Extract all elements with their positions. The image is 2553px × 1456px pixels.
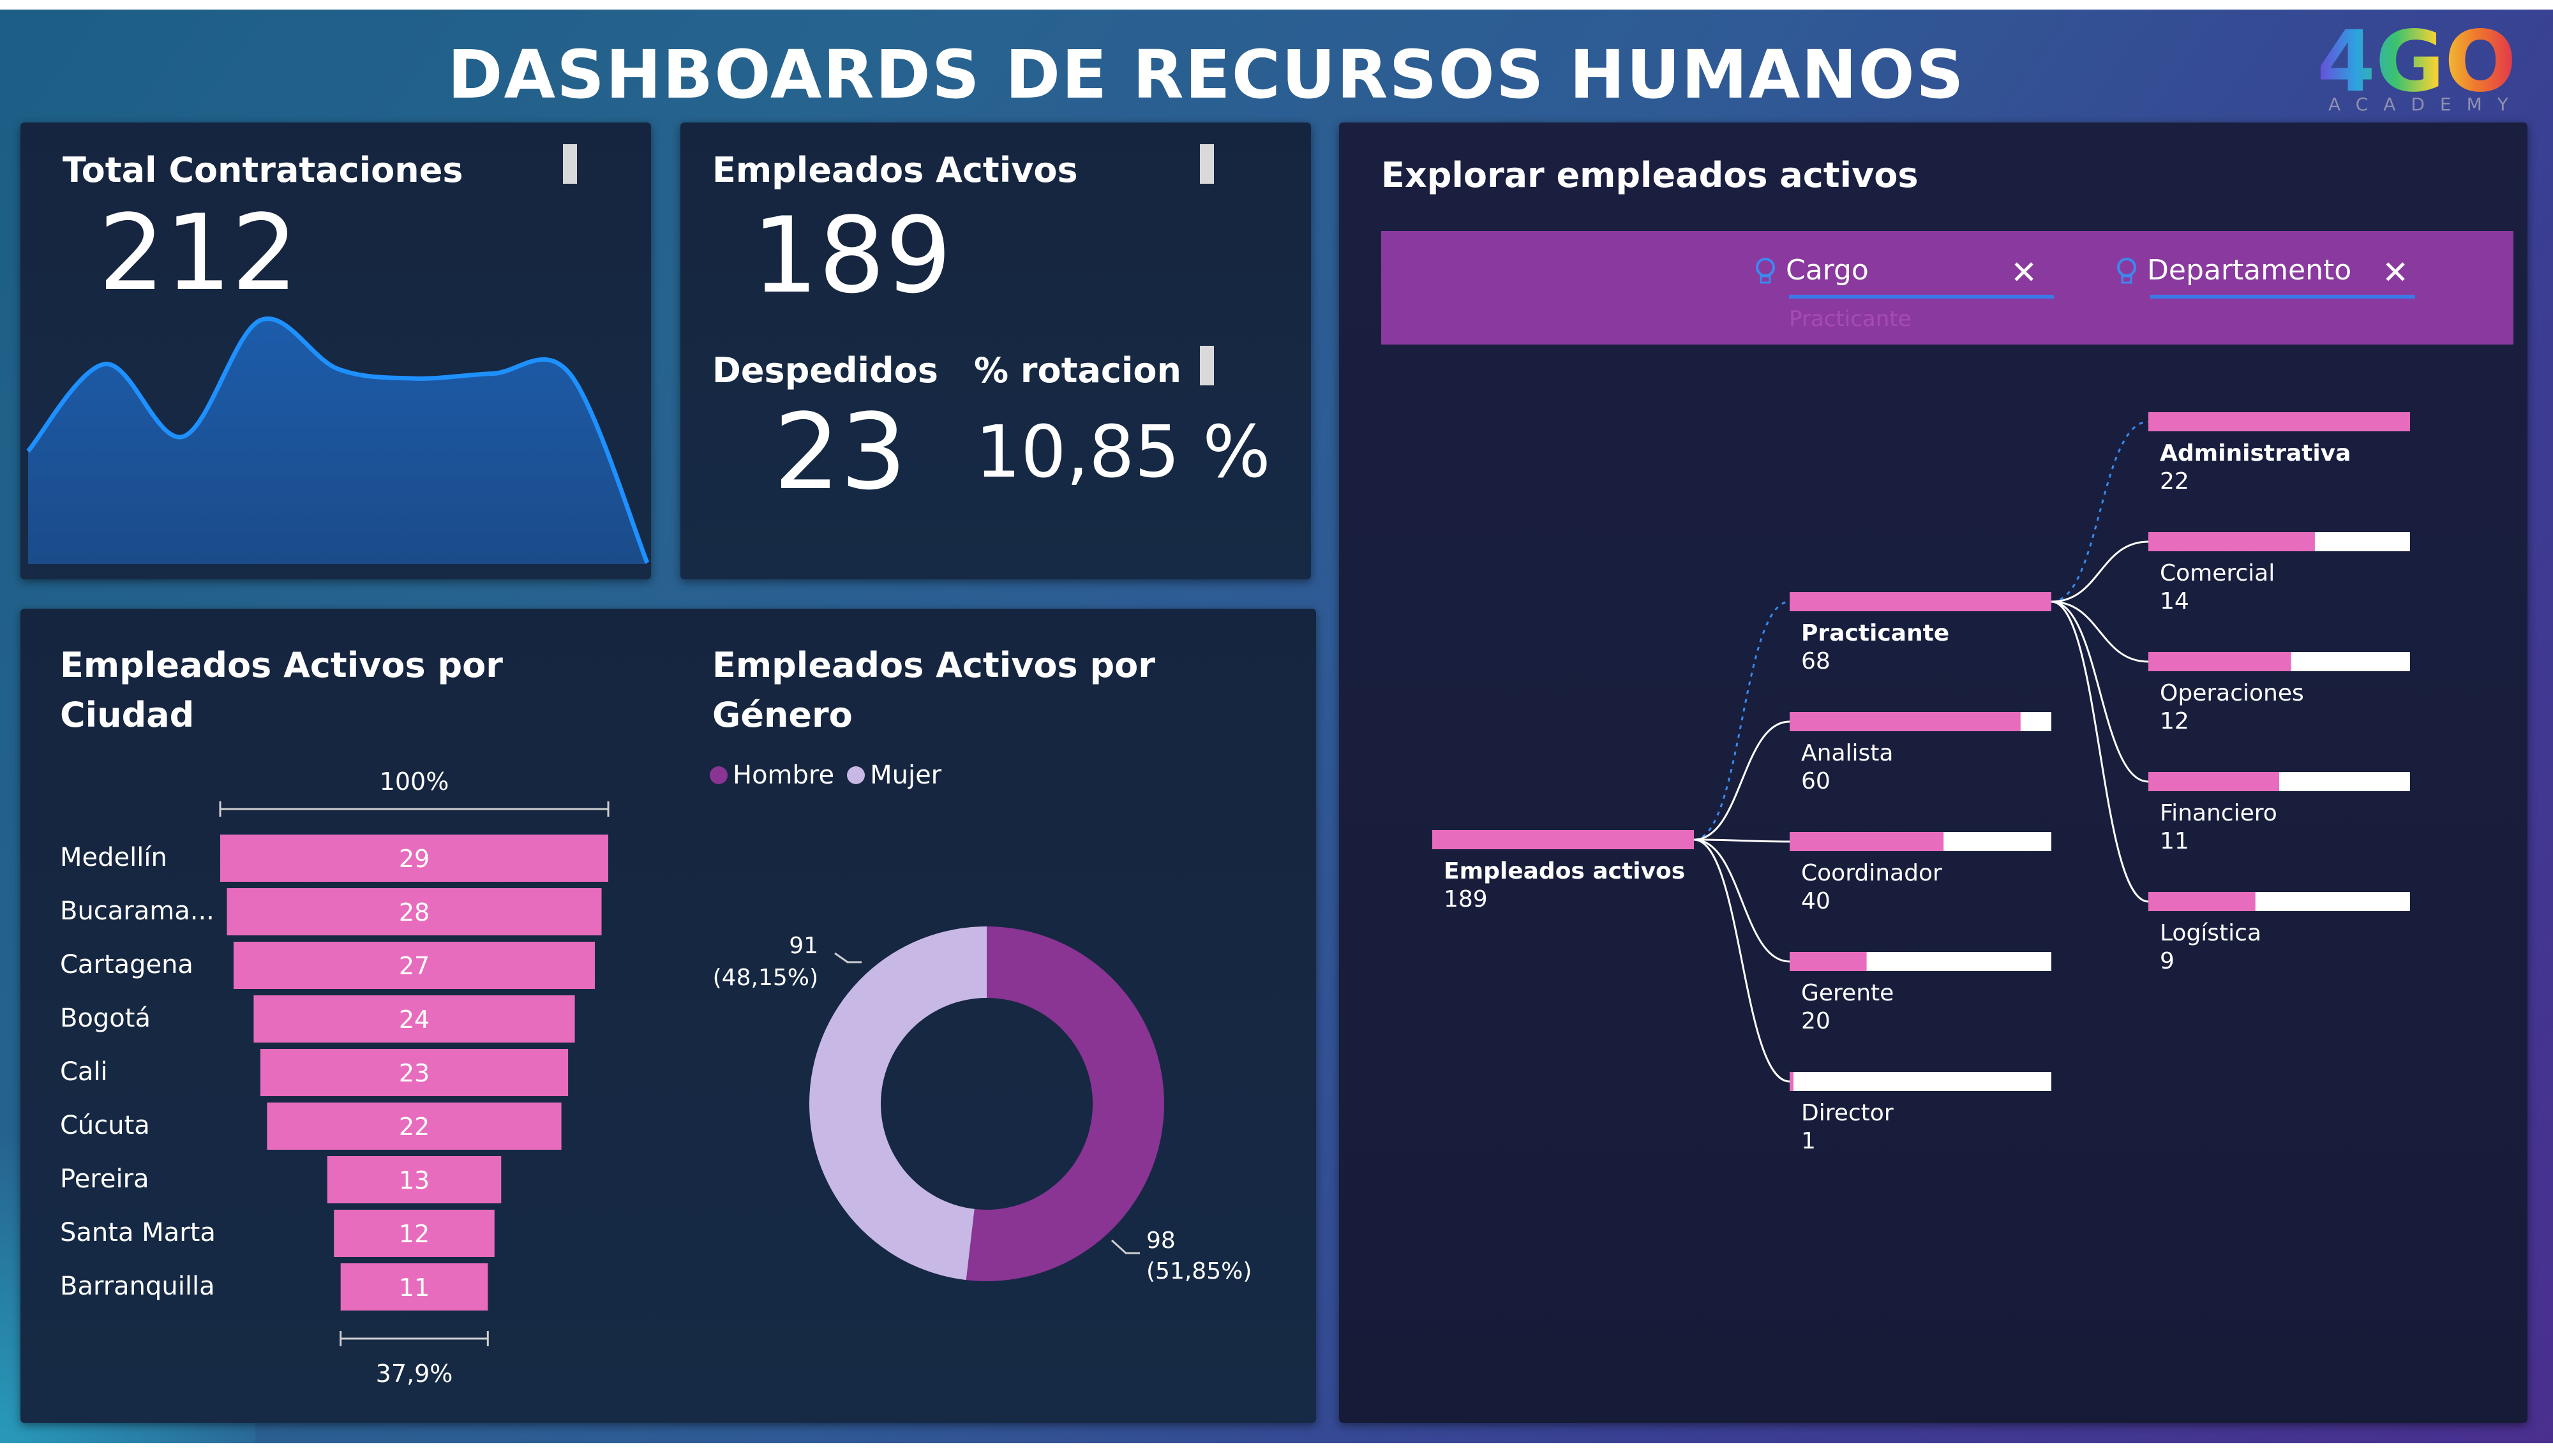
dashboard-title: DASHBOARDS DE RECURSOS HUMANOS <box>447 36 1965 114</box>
node-label: Comercial <box>2160 560 2275 586</box>
tree-node-cargo[interactable]: Gerente20 <box>1790 952 2051 1034</box>
tree-link <box>1693 838 1790 963</box>
tree-node-cargo[interactable]: Practicante68 <box>1790 592 2051 674</box>
area-fill <box>28 318 647 564</box>
tree-node-departamento[interactable]: Financiero11 <box>2148 772 2410 854</box>
tree-link-selected <box>2051 420 2149 603</box>
decomposition-tree: Empleados activos189 Practicante68 Analist… <box>1432 412 2410 1154</box>
tree-link <box>2051 600 2149 903</box>
node-label: Practicante <box>1801 620 1949 646</box>
node-label: Coordinador <box>1801 860 1942 886</box>
tree-link-selected <box>1693 600 1790 841</box>
top-border <box>0 0 2553 10</box>
kpi-value-activos: 189 <box>752 195 952 316</box>
donut-value-label: 91 <box>789 933 818 959</box>
node-label: Director <box>1801 1100 1894 1126</box>
bar-fill <box>1790 712 2021 731</box>
node-label: Administrativa <box>2160 440 2351 466</box>
tree-node-departamento[interactable]: Logística9 <box>2148 892 2410 974</box>
tree-node-cargo[interactable]: Analista60 <box>1790 712 2051 794</box>
donut-pct-label: (51,85%) <box>1146 1258 1252 1284</box>
node-value: 60 <box>1801 768 1831 794</box>
kpi-label-despedidos: Despedidos <box>712 350 938 390</box>
bar-fill <box>2148 892 2256 911</box>
kpi-label-rotacion: % rotacion <box>974 350 1181 390</box>
node-value: 11 <box>2160 828 2189 854</box>
tree-link <box>1693 838 1790 843</box>
tree-node-cargo[interactable]: Director1 <box>1790 1072 2051 1154</box>
card-total-contrataciones[interactable]: Total Contrataciones 212 <box>20 123 651 579</box>
node-label: Gerente <box>1801 980 1894 1006</box>
card-ciudad-genero[interactable]: Empleados Activos por Ciudad Empleados A… <box>20 609 1316 1423</box>
tree-link <box>1693 838 1790 1083</box>
donut-slice-hombre[interactable] <box>966 926 1165 1281</box>
bar-fill <box>1432 830 1694 849</box>
tree-link <box>1693 720 1790 841</box>
bar-track <box>1790 1072 2051 1091</box>
node-value: 189 <box>1444 886 1488 912</box>
node-label: Operaciones <box>2160 680 2304 706</box>
tree-node-root[interactable]: Empleados activos189 <box>1432 830 1694 912</box>
tree-node-cargo[interactable]: Coordinador40 <box>1790 832 2051 914</box>
node-label: Logística <box>2160 920 2261 946</box>
kpi-value-rotacion: 10,85 % <box>975 411 1271 494</box>
bar-fill <box>2148 772 2279 791</box>
kpi-value-despedidos: 23 <box>774 391 907 513</box>
bar-fill <box>1790 592 2051 611</box>
card-empleados-activos[interactable]: Empleados Activos 189 Despedidos % rotac… <box>680 123 1311 579</box>
bar-fill <box>2148 652 2291 671</box>
bar-fill <box>2148 532 2315 551</box>
donut-value-label: 98 <box>1146 1228 1176 1254</box>
donut-pct-label: (48,15%) <box>713 965 818 991</box>
node-value: 9 <box>2160 948 2175 974</box>
node-label: Analista <box>1801 740 1893 766</box>
card-explorar[interactable]: Explorar empleados activos Cargo ✕ Pract… <box>1339 123 2527 1423</box>
node-value: 1 <box>1801 1128 1816 1154</box>
tree-node-departamento[interactable]: Comercial14 <box>2148 532 2410 614</box>
node-value: 68 <box>1801 648 1831 674</box>
logo: 4GO ACADEMY <box>2317 14 2516 115</box>
drag-handle-icon[interactable] <box>1200 144 1214 184</box>
node-label: Financiero <box>2160 800 2277 826</box>
genero-donut-chart: 98 (51,85%) 91 (48,15%) <box>713 926 1252 1284</box>
tree-node-departamento[interactable]: Operaciones12 <box>2148 652 2410 734</box>
node-label: Empleados activos <box>1444 858 1685 884</box>
bottom-border <box>0 1443 2553 1456</box>
drag-handle-icon[interactable] <box>1200 346 1214 385</box>
donut-leader-line <box>834 952 862 963</box>
bar-fill <box>2148 412 2410 431</box>
bar-fill <box>1790 832 1944 851</box>
contrataciones-area-chart <box>26 316 650 564</box>
bar-fill <box>1790 1072 1794 1091</box>
donut-leader-line <box>1111 1239 1140 1254</box>
logo-subtitle: ACADEMY <box>2328 94 2524 115</box>
kpi-label-activos: Empleados Activos <box>712 150 1078 190</box>
donut-slice-mujer[interactable] <box>809 926 987 1281</box>
node-value: 20 <box>1801 1008 1831 1034</box>
node-value: 40 <box>1801 888 1831 914</box>
node-value: 22 <box>2160 468 2189 494</box>
tree-node-departamento[interactable]: Administrativa22 <box>2148 412 2410 494</box>
tree-link <box>2051 540 2149 603</box>
bar-fill <box>1790 952 1867 971</box>
node-value: 12 <box>2160 708 2189 734</box>
node-value: 14 <box>2160 588 2189 614</box>
